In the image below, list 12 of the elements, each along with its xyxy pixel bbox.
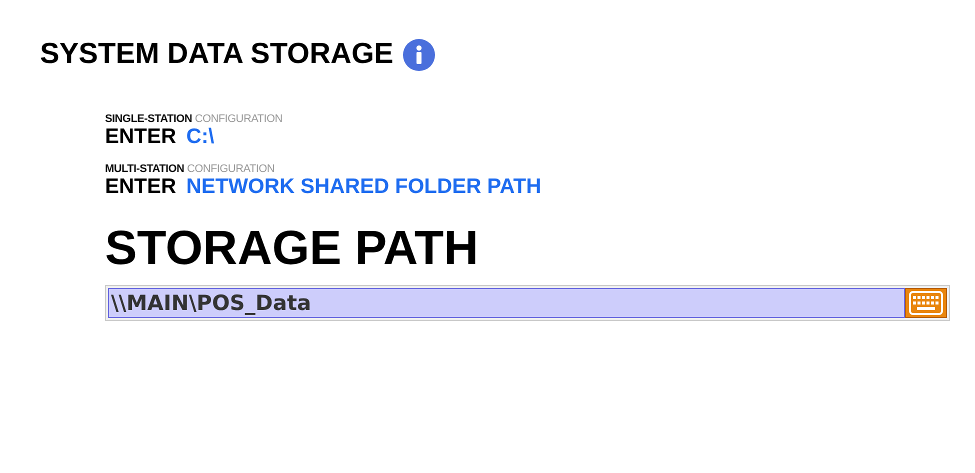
- path-hint: C:\: [186, 125, 214, 149]
- storage-path-field[interactable]: \\MAIN\POS_Data: [108, 288, 905, 318]
- keyboard-icon: [909, 291, 943, 315]
- info-icon[interactable]: [403, 38, 436, 70]
- enter-label: ENTER: [105, 125, 176, 149]
- page-title: SYSTEM DATA STORAGE: [40, 38, 394, 71]
- storage-path-heading: STORAGE PATH: [105, 221, 480, 277]
- configuration-label: SINGLE-STATION CONFIGURATION: [105, 113, 284, 125]
- configuration-label: MULTI-STATION CONFIGURATION: [105, 163, 276, 175]
- keyboard-button[interactable]: [905, 288, 947, 318]
- enter-label: ENTER: [105, 175, 176, 199]
- path-hint: NETWORK SHARED FOLDER PATH: [186, 175, 542, 199]
